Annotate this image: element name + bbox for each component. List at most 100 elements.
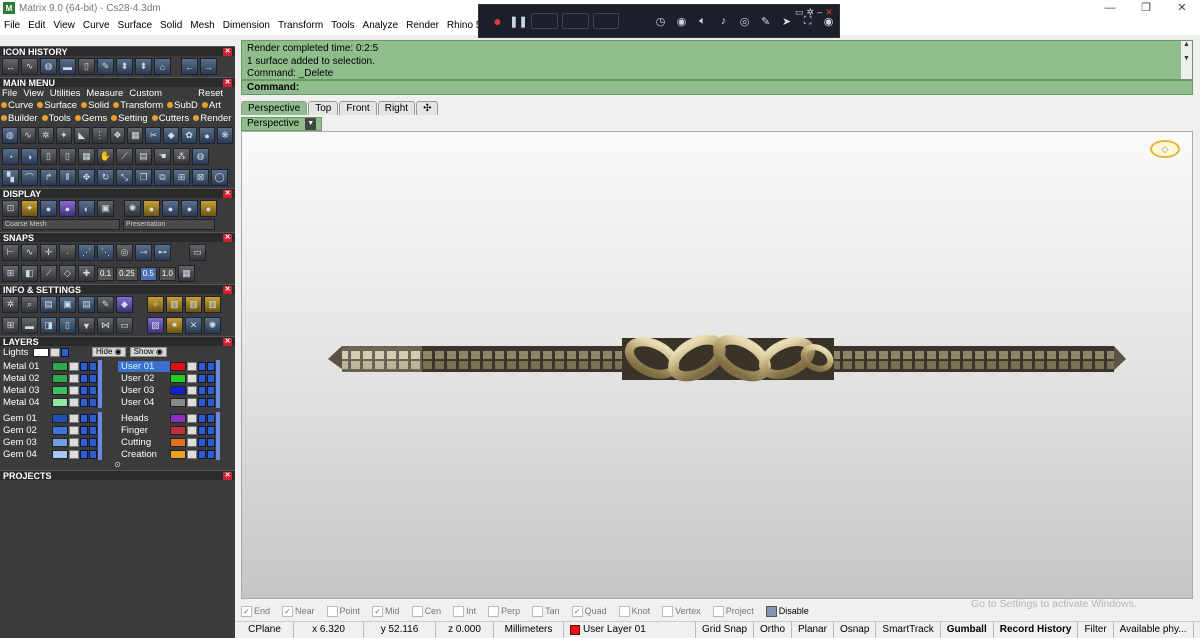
globe2-icon[interactable]: ◍ — [192, 148, 209, 165]
microphone-icon[interactable]: ♪ — [713, 10, 734, 32]
snap-cube-icon[interactable]: ◧ — [21, 265, 38, 282]
close-icon[interactable]: ✕ — [223, 285, 232, 294]
menu-file[interactable]: File — [0, 20, 24, 31]
status-smarttrack-button[interactable]: SmartTrack — [876, 622, 941, 638]
layer-row-gem-04[interactable]: Gem 04 — [0, 448, 113, 460]
snap-curve-icon[interactable]: ∿ — [21, 244, 38, 261]
render-toggle-icon[interactable] — [207, 361, 215, 371]
move-icon[interactable]: ✥ — [78, 169, 95, 186]
layers-stack-icon[interactable]: ▤ — [40, 296, 57, 313]
hand-icon[interactable]: ✋ — [97, 148, 114, 165]
curve-icon[interactable]: ∿ — [21, 58, 38, 75]
snap-end-icon[interactable]: ⊷ — [154, 244, 171, 261]
tools-icon[interactable]: ✕ — [185, 317, 202, 334]
status-planar-button[interactable]: Planar — [792, 622, 834, 638]
lock-icon[interactable] — [187, 449, 197, 459]
page2-icon[interactable]: ▯ — [59, 148, 76, 165]
main-menu-utilities[interactable]: Utilities — [50, 88, 81, 99]
menu-render[interactable]: Render — [402, 20, 443, 31]
main-menu-measure[interactable]: Measure — [86, 88, 123, 99]
layer-color-swatch[interactable] — [52, 425, 68, 435]
cplane-label[interactable]: CPlane — [236, 622, 294, 638]
new-file-icon[interactable]: ▯ — [78, 58, 95, 75]
snap-box-icon[interactable]: ▭ — [189, 244, 206, 261]
render-toggle-icon[interactable] — [89, 361, 97, 371]
osnap-checkbox-near[interactable]: ✓ — [282, 605, 294, 617]
layer-row-metal-03[interactable]: Metal 03 — [0, 384, 113, 396]
edit-icon[interactable]: ✎ — [97, 296, 114, 313]
layer-color-swatch[interactable] — [170, 397, 186, 407]
menu-tools[interactable]: Tools — [327, 20, 358, 31]
pen-icon[interactable]: ✎ — [755, 10, 776, 32]
category-art[interactable]: Art — [201, 99, 221, 112]
bezier-icon[interactable]: ∿ — [19, 127, 36, 144]
render-toggle-icon[interactable] — [207, 425, 215, 435]
pen-tool-icon[interactable]: ✎ — [97, 58, 114, 75]
hide-button[interactable]: Hide ◉ — [92, 347, 126, 357]
mesh-dropdown[interactable]: Coarse Mesh — [2, 219, 120, 230]
network-icon[interactable]: ⋈ — [97, 317, 114, 334]
metal-view-icon[interactable]: ● — [143, 200, 160, 217]
main-menu-custom[interactable]: Custom — [129, 88, 162, 99]
record-icon[interactable]: ● — [487, 10, 508, 32]
sphere-icon[interactable]: ◍ — [2, 127, 18, 144]
visibility-icon[interactable] — [198, 385, 206, 395]
layer-row-cutting[interactable]: Cutting — [118, 436, 231, 448]
lock-icon[interactable] — [187, 413, 197, 423]
current-layer[interactable]: User Layer 01 — [564, 622, 696, 638]
ball-icon[interactable]: ● — [199, 127, 216, 144]
render-toggle-icon[interactable] — [207, 449, 215, 459]
material2-icon[interactable]: ● — [181, 200, 198, 217]
layer-row-user-02[interactable]: User 02 — [118, 372, 231, 384]
lock-icon[interactable] — [187, 425, 197, 435]
snap-frame-icon[interactable]: ⊞ — [2, 265, 19, 282]
lock-icon[interactable] — [69, 361, 79, 371]
wireframe-icon[interactable]: ⊡ — [2, 200, 19, 217]
snap-value-1-0[interactable]: 1.0 — [158, 266, 176, 281]
main-menu-view[interactable]: View — [23, 88, 43, 99]
visibility-icon[interactable] — [198, 373, 206, 383]
osnap-checkbox-point[interactable] — [326, 605, 338, 617]
menu-mesh[interactable]: Mesh — [186, 20, 218, 31]
gear-icon[interactable]: ✲ — [807, 7, 815, 18]
render-toggle-icon[interactable] — [89, 449, 97, 459]
layer-row-metal-02[interactable]: Metal 02 — [0, 372, 113, 384]
snap-mid-icon[interactable]: ⊸ — [135, 244, 152, 261]
osnap-checkbox-cen[interactable] — [411, 605, 423, 617]
gem-arrow-icon[interactable]: ⬍ — [116, 58, 133, 75]
layer-color-swatch[interactable] — [170, 385, 186, 395]
main-menu-file[interactable]: File — [2, 88, 17, 99]
spray-icon[interactable]: ⁂ — [173, 148, 190, 165]
layer-color-swatch[interactable] — [52, 385, 68, 395]
snap-tan-icon[interactable]: ⋱ — [97, 244, 114, 261]
snap-point-icon[interactable]: · — [59, 244, 76, 261]
layer-row-gem-02[interactable]: Gem 02 — [0, 424, 113, 436]
layer-row-user-04[interactable]: User 04 — [118, 396, 231, 408]
ghost-icon[interactable]: ◐ — [78, 200, 95, 217]
layer-row-heads[interactable]: Heads — [118, 412, 231, 424]
osnap-checkbox-vertex[interactable] — [662, 605, 674, 617]
layer-row-gem-01[interactable]: Gem 01 — [0, 412, 113, 424]
visibility-icon[interactable] — [80, 437, 88, 447]
render-settings-icon[interactable]: ▨ — [147, 317, 164, 334]
status-ortho-button[interactable]: Ortho — [754, 622, 793, 638]
snap-grid2-icon[interactable]: ▦ — [177, 265, 195, 282]
tab-top[interactable]: Top — [308, 101, 339, 115]
settings-gear-icon[interactable]: ✲ — [2, 296, 19, 313]
layer-row-creation[interactable]: Creation — [118, 448, 231, 460]
folder-icon[interactable]: ▭ — [795, 7, 804, 18]
minimize-button[interactable]: — — [1092, 0, 1128, 16]
speaker-icon[interactable]: 🔈︎ — [692, 10, 713, 32]
visibility-icon[interactable] — [198, 449, 206, 459]
grid-layout-icon[interactable]: ⊞ — [2, 317, 19, 334]
visibility-icon[interactable] — [198, 397, 206, 407]
dimension-icon[interactable]: ↔ — [2, 58, 19, 75]
grid-icon[interactable]: ▦ — [78, 148, 95, 165]
viewport-title[interactable]: Perspective ▼ — [241, 117, 323, 131]
osnap-checkbox-quad[interactable]: ✓ — [571, 605, 583, 617]
visibility-icon[interactable] — [80, 361, 88, 371]
layer-color-swatch[interactable] — [170, 373, 186, 383]
arc-icon[interactable]: ⌒ — [21, 169, 38, 186]
status-osnap-button[interactable]: Osnap — [834, 622, 877, 638]
status-available-phy-button[interactable]: Available phy... — [1114, 622, 1194, 638]
